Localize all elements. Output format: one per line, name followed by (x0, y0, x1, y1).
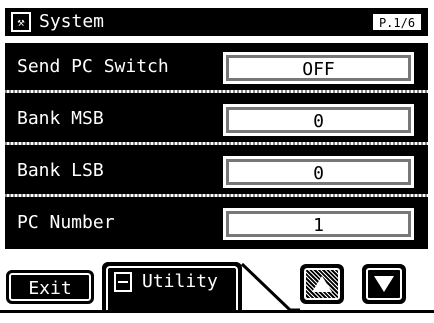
page-down-button[interactable] (362, 264, 406, 304)
arrow-up-icon (312, 276, 332, 292)
parameter-panel: Send PC Switch OFF Bank MSB 0 Bank LSB 0… (5, 43, 428, 249)
send-pc-switch-value-button[interactable]: OFF (220, 49, 417, 87)
page-indicator: P.1/6 (372, 13, 422, 31)
bottom-bar: Exit Utility (0, 256, 434, 323)
param-label: Bank LSB (17, 160, 104, 181)
bottom-divider (0, 310, 434, 313)
utility-tab[interactable]: Utility (102, 262, 242, 310)
param-row-bank-lsb: Bank LSB 0 (5, 147, 428, 197)
param-row-send-pc-switch: Send PC Switch OFF (5, 43, 428, 93)
page-up-button-face (304, 268, 340, 300)
bank-msb-value-button[interactable]: 0 (220, 101, 417, 139)
page-title: System (39, 11, 105, 32)
param-value: 1 (313, 215, 324, 236)
pc-number-value-button[interactable]: 1 (220, 205, 417, 243)
param-label: PC Number (17, 212, 115, 233)
param-row-bank-msb: Bank MSB 0 (5, 95, 428, 145)
page-up-button[interactable] (300, 264, 344, 304)
exit-label: Exit (28, 278, 72, 299)
param-label: Send PC Switch (17, 56, 169, 77)
param-value: 0 (313, 163, 324, 184)
param-label: Bank MSB (17, 108, 104, 129)
tools-icon: ⚒ (11, 12, 31, 32)
utility-icon (114, 272, 132, 292)
row-divider (5, 194, 428, 197)
param-row-pc-number: PC Number 1 (5, 199, 428, 249)
row-divider (5, 90, 428, 93)
tab-slant-divider (240, 262, 300, 312)
bank-lsb-value-button[interactable]: 0 (220, 153, 417, 191)
arrow-down-icon (374, 276, 394, 292)
row-divider (5, 142, 428, 145)
page-down-button-face (366, 268, 402, 300)
lcd-screen: ⚒ System P.1/6 Send PC Switch OFF Bank M… (0, 0, 434, 323)
param-value: OFF (302, 59, 335, 80)
utility-label: Utility (142, 271, 218, 292)
param-value: 0 (313, 111, 324, 132)
title-bar: ⚒ System P.1/6 (5, 8, 428, 36)
exit-button[interactable]: Exit (6, 270, 94, 304)
